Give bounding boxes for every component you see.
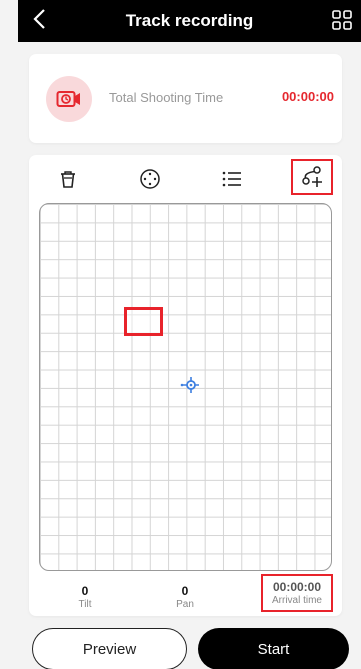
preview-button[interactable]: Preview (32, 628, 187, 669)
target-icon[interactable] (136, 165, 164, 193)
tilt-value: 0 (81, 584, 89, 598)
trash-icon[interactable] (54, 165, 82, 193)
arrival-time-stat[interactable]: 00:00:00 Arrival time (261, 574, 333, 612)
camera-timer-icon (46, 76, 92, 122)
arrival-time-label: Arrival time (271, 595, 322, 606)
arrival-time-value: 00:00:00 (272, 580, 322, 594)
shooting-time-card: Total Shooting Time 00:00:00 (29, 54, 342, 143)
total-shooting-time-label: Total Shooting Time (109, 90, 224, 105)
total-shooting-time-value: 00:00:00 (281, 89, 334, 104)
selection-box[interactable] (124, 307, 163, 336)
pan-value: 0 (181, 584, 189, 598)
top-bar: Track recording (18, 0, 361, 42)
start-button[interactable]: Start (198, 628, 349, 669)
page-title: Track recording (125, 11, 254, 30)
crosshair-icon[interactable] (178, 373, 202, 397)
track-grid[interactable] (39, 203, 332, 571)
add-point-icon[interactable] (291, 159, 333, 195)
grid-menu-icon[interactable] (331, 9, 353, 31)
list-icon[interactable] (218, 165, 246, 193)
tilt-label: Tilt (78, 599, 92, 610)
tilt-stat: 0 Tilt (57, 584, 113, 610)
track-card: 0 Tilt 0 Pan 00:00:00 Arrival time (29, 155, 342, 616)
pan-label: Pan (176, 599, 194, 610)
pan-stat: 0 Pan (157, 584, 213, 610)
